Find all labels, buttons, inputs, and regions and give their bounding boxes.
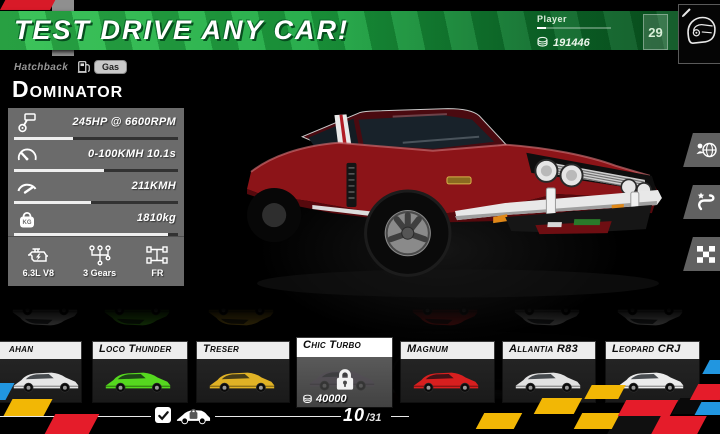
show-locked-checkbox[interactable] — [155, 407, 171, 423]
car-card-name: Chic Turbo — [296, 337, 393, 357]
car-thumbnail — [411, 365, 481, 395]
car-card-magnum[interactable]: Magnum — [400, 341, 495, 401]
game-screen: TEST DRIVE ANY CAR! Player 191446 29 Hat… — [0, 0, 720, 434]
car-card-loco-thunder[interactable]: Loco Thunder — [92, 341, 188, 401]
checkered-flag-icon — [696, 244, 716, 264]
player-level-badge: 29 — [643, 14, 668, 50]
car-reflection — [615, 303, 685, 333]
stat-power-value: 245HP @ 6600RPM — [73, 116, 176, 128]
car-card-name: Allantia R83 — [502, 341, 596, 359]
promo-banner[interactable]: TEST DRIVE ANY CAR! — [0, 11, 720, 50]
car-reflection — [102, 303, 172, 333]
car-card-name: ahan — [0, 341, 82, 359]
promo-banner-title: TEST DRIVE ANY CAR! — [14, 15, 349, 46]
car-card-thumb — [0, 359, 82, 403]
gearbox-spec: 3 Gears — [83, 244, 116, 278]
stat-acceleration-value: 0-100KMH 10.1s — [88, 148, 176, 160]
stat-weight-value: 1810kg — [137, 212, 176, 224]
helmet-avatar-icon — [682, 11, 718, 51]
engine-icon — [26, 244, 50, 266]
car-card-thumb: 40000 — [296, 357, 393, 408]
selected-car-name: Dominator — [12, 76, 123, 103]
layout-spec: FR — [145, 244, 169, 278]
weight-icon — [16, 208, 38, 230]
decor-tile-blue — [702, 360, 720, 374]
player-name-label: Player — [537, 14, 567, 24]
fuel-type-badge: Gas — [94, 60, 127, 74]
player-avatar-button[interactable] — [678, 4, 720, 64]
gearbox-icon — [88, 244, 112, 266]
car-card-thumb — [196, 359, 290, 403]
decor-tile-red — [618, 400, 679, 416]
car-card-name: Magnum — [400, 341, 495, 359]
stat-row-acceleration: 0-100KMH 10.1s — [8, 140, 184, 172]
car-stats-panel: 245HP @ 6600RPM 0-100KMH 10.1s 211KMH 18… — [8, 108, 184, 286]
car-card-allantia-r83[interactable]: Allantia R83 — [502, 341, 596, 401]
car-card-name: Leopard CRJ — [605, 341, 700, 359]
price-value: 40000 — [316, 393, 347, 405]
car-reflection — [206, 303, 276, 333]
level-value: 29 — [648, 25, 662, 40]
acceleration-gauge-icon — [16, 144, 38, 166]
car-counter: 10 /31 — [343, 405, 381, 426]
piston-icon — [16, 112, 38, 134]
decor-tile-red — [651, 416, 707, 434]
player-xp-bar — [537, 27, 611, 29]
layout-spec-label: FR — [151, 268, 163, 278]
bottom-divider — [215, 416, 341, 417]
gearbox-spec-label: 3 Gears — [83, 268, 116, 278]
car-thumbnail — [207, 365, 277, 395]
engine-spec-label: 6.3L V8 — [23, 268, 54, 278]
category-tab-hatchback[interactable]: Hatchback — [14, 62, 68, 73]
hero-car-render — [242, 92, 674, 304]
stat-row-topspeed: 211KMH — [8, 172, 184, 204]
decor-tile-yellow — [534, 398, 583, 414]
coins-icon — [302, 394, 313, 405]
car-card-chic-turbo-selected[interactable]: Chic Turbo 40000 — [296, 337, 393, 406]
topspeed-gauge-icon — [16, 176, 38, 198]
stat-topspeed-value: 211KMH — [132, 180, 176, 192]
counter-total: /31 — [366, 412, 381, 424]
car-card-treser[interactable]: Treser — [196, 341, 290, 401]
player-credits: 191446 — [536, 36, 590, 49]
car-reflection — [410, 303, 480, 333]
bottom-divider — [391, 416, 409, 417]
credits-value: 191446 — [553, 37, 590, 49]
car-card-thumb — [400, 359, 495, 403]
car-price: 40000 — [302, 393, 347, 405]
car-thumbnail — [616, 365, 686, 395]
drivetrain-layout-icon — [145, 244, 169, 266]
player-xp-fill — [537, 27, 546, 29]
online-multiplayer-icon — [696, 140, 718, 160]
decor-tile-yellow — [3, 399, 52, 416]
car-reflection — [10, 303, 80, 333]
car-card-thumb — [502, 359, 596, 403]
car-card-ahan[interactable]: ahan — [0, 341, 82, 401]
car-card-name: Loco Thunder — [92, 341, 188, 359]
coins-icon — [536, 36, 549, 49]
car-thumbnail — [103, 365, 173, 395]
checkmark-icon — [157, 409, 170, 422]
car-thumbnail — [513, 365, 583, 395]
decor-tile-red — [45, 414, 100, 434]
lock-icon — [332, 367, 358, 393]
stat-row-power: 245HP @ 6600RPM — [8, 108, 184, 140]
engine-spec: 6.3L V8 — [23, 244, 54, 278]
stat-row-weight: 1810kg — [8, 204, 184, 236]
car-reflection — [512, 303, 582, 333]
drivetrain-row: 6.3L V8 3 Gears FR — [8, 236, 184, 280]
car-card-name: Treser — [196, 341, 290, 359]
car-card-thumb — [92, 359, 188, 403]
corner-red-tile — [0, 0, 55, 10]
fuel-pump-icon — [77, 59, 91, 74]
counter-current: 10 — [343, 405, 365, 426]
locked-car-filter-icon — [175, 405, 212, 425]
track-star-icon — [696, 192, 718, 212]
car-thumbnail — [11, 365, 81, 395]
